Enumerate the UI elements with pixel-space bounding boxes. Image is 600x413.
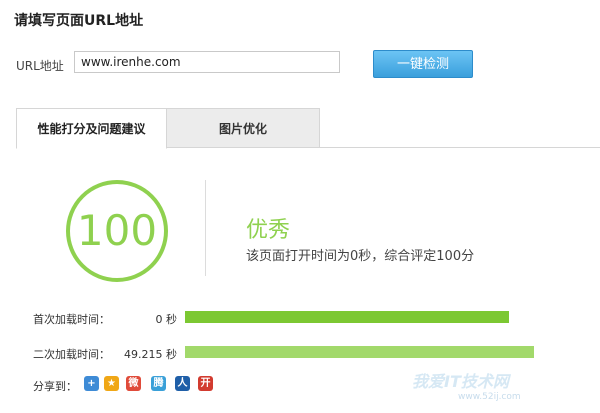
qzone-star-icon[interactable]: ★ <box>104 376 119 391</box>
tab-bar: 性能打分及问题建议 图片优化 <box>16 108 600 149</box>
renren-icon[interactable]: 人 <box>175 376 190 391</box>
first-load-bar <box>185 311 535 323</box>
url-field-label: URL地址 <box>16 59 64 73</box>
detect-button[interactable]: 一键检测 <box>373 50 473 78</box>
score-value: 100 <box>76 206 158 255</box>
share-label: 分享到： <box>33 380 77 393</box>
plus-share-icon[interactable]: + <box>84 376 99 391</box>
watermark-url: www.52ij.com <box>458 392 521 402</box>
url-input[interactable]: www.irenhe.com <box>74 51 340 73</box>
second-load-bar <box>185 346 535 358</box>
second-load-label: 二次加载时间： <box>33 348 110 361</box>
watermark-logo: 我爱IT技术网 <box>412 372 509 391</box>
second-load-bar-fill <box>185 346 534 358</box>
second-load-value: 49.215 秒 <box>124 348 177 361</box>
first-load-value: 0 秒 <box>155 313 178 326</box>
grade-label: 优秀 <box>246 218 291 243</box>
first-load-bar-fill <box>185 311 510 323</box>
first-load-label: 首次加载时间： <box>33 313 110 326</box>
weibo-icon[interactable]: 微 <box>126 376 141 391</box>
tab-image-optimization[interactable]: 图片优化 <box>167 108 320 148</box>
grade-description: 该页面打开时间为0秒，综合评定100分 <box>246 249 475 264</box>
tencent-weibo-icon[interactable]: 腾 <box>151 376 166 391</box>
page-title: 请填写页面URL地址 <box>14 13 144 29</box>
divider <box>205 180 206 276</box>
kaixin-icon[interactable]: 开 <box>198 376 213 391</box>
tab-performance[interactable]: 性能打分及问题建议 <box>16 108 167 149</box>
